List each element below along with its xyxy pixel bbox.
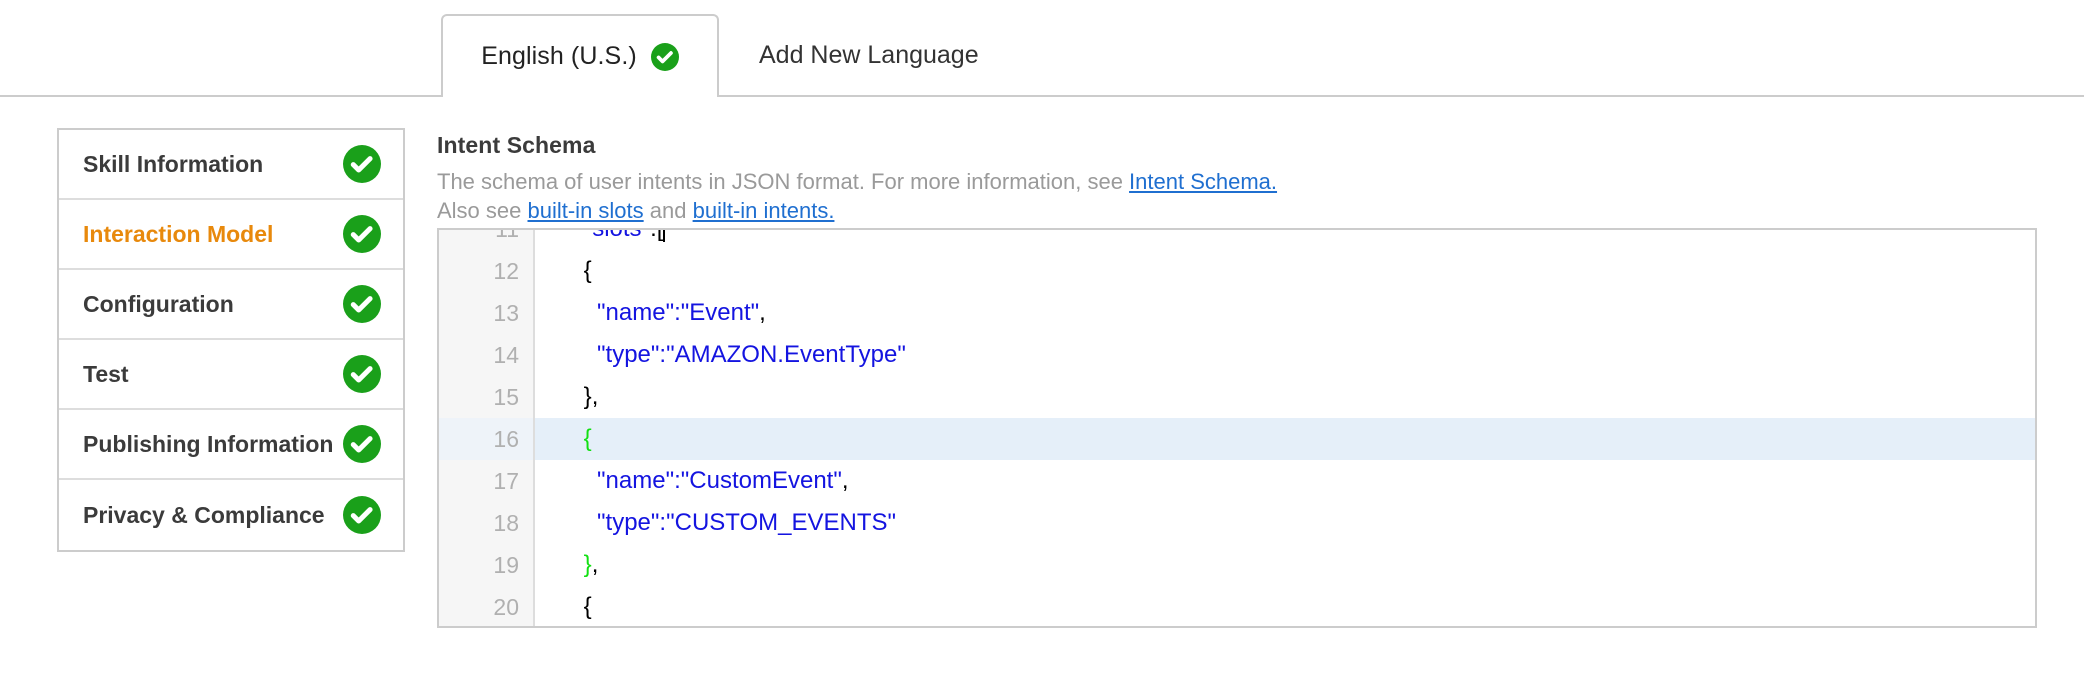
check-circle-icon: [343, 215, 381, 253]
tab-add-new-language[interactable]: Add New Language: [719, 14, 1019, 97]
sidebar-item-configuration[interactable]: Configuration: [59, 270, 403, 340]
code-line-text: "type":"AMAZON.EventType": [597, 341, 906, 368]
code-lines-container: 11 "slots":[12 {13 "name":"Event", 14 "ty…: [439, 230, 2035, 626]
check-circle-icon: [343, 355, 381, 393]
page-root: English (U.S.) Add New Language Skill In…: [0, 0, 2084, 678]
code-line[interactable]: 14 "type":"AMAZON.EventType": [439, 334, 2035, 376]
line-number: 20: [439, 586, 535, 626]
skill-builder-sidebar: Skill Information Interaction Model Config…: [57, 128, 405, 552]
sidebar-item-label: Test: [83, 360, 129, 387]
line-number: 16: [439, 418, 535, 460]
code-line-text: {: [583, 425, 592, 452]
line-number: 12: [439, 250, 535, 292]
desc-text-1: The schema of user intents in JSON forma…: [437, 169, 1130, 194]
code-line-text: },: [583, 383, 599, 410]
code-line[interactable]: 20 {: [439, 586, 2035, 626]
desc-text-2: Also see: [437, 198, 528, 223]
intent-schema-code-editor[interactable]: 11 "slots":[12 {13 "name":"Event", 14 "ty…: [437, 228, 2037, 628]
line-number: 13: [439, 292, 535, 334]
check-circle-icon: [650, 42, 679, 71]
sidebar-item-publishing-information[interactable]: Publishing Information: [59, 410, 403, 480]
tab-add-new-language-label: Add New Language: [759, 41, 979, 69]
line-number: 17: [439, 460, 535, 502]
sidebar-item-test[interactable]: Test: [59, 340, 403, 410]
link-built-in-intents[interactable]: built-in intents.: [693, 198, 835, 223]
line-number: 18: [439, 502, 535, 544]
code-line[interactable]: 18 "type":"CUSTOM_EVENTS": [439, 502, 2035, 544]
link-intent-schema[interactable]: Intent Schema.: [1129, 169, 1277, 194]
line-number: 14: [439, 334, 535, 376]
code-line-text: {: [583, 257, 592, 284]
sidebar-item-label: Privacy & Compliance: [83, 501, 325, 528]
link-built-in-slots[interactable]: built-in slots: [528, 198, 644, 223]
sidebar-item-label: Skill Information: [83, 150, 264, 177]
check-circle-icon: [343, 145, 381, 183]
check-circle-icon: [343, 425, 381, 463]
code-line-text: {: [583, 593, 592, 620]
desc-text-3: and: [643, 198, 693, 223]
code-line[interactable]: 11 "slots":[: [439, 230, 2035, 250]
sidebar-item-skill-information[interactable]: Skill Information: [59, 130, 403, 200]
code-line-text: "name":"CustomEvent",: [597, 467, 849, 494]
code-line-text: "name":"Event",: [597, 299, 766, 326]
line-number: 19: [439, 544, 535, 586]
tab-strip-divider: [0, 95, 2084, 97]
code-line[interactable]: 16 {: [439, 418, 2035, 460]
code-line[interactable]: 13 "name":"Event",: [439, 292, 2035, 334]
tab-english-us[interactable]: English (U.S.): [441, 14, 719, 97]
code-line[interactable]: 12 {: [439, 250, 2035, 292]
check-circle-icon: [343, 285, 381, 323]
language-tab-strip: English (U.S.) Add New Language: [0, 0, 2084, 98]
check-circle-icon: [343, 496, 381, 534]
code-line-text: },: [583, 551, 599, 578]
intent-schema-header: Intent Schema The schema of user intents…: [437, 132, 2037, 225]
sidebar-item-privacy-compliance[interactable]: Privacy & Compliance: [59, 480, 403, 550]
code-line-text: "type":"CUSTOM_EVENTS": [597, 509, 897, 536]
line-number: 11: [439, 230, 535, 250]
sidebar-item-label: Interaction Model: [83, 220, 274, 247]
code-line[interactable]: 17 "name":"CustomEvent",: [439, 460, 2035, 502]
code-line[interactable]: 19 },: [439, 544, 2035, 586]
section-description: The schema of user intents in JSON forma…: [437, 167, 2037, 225]
code-line-text: "slots":[: [535, 230, 2035, 250]
sidebar-item-label: Publishing Information: [83, 430, 334, 457]
code-line[interactable]: 15 },: [439, 376, 2035, 418]
tab-english-us-label: English (U.S.): [481, 42, 637, 70]
page-title: Intent Schema: [437, 132, 596, 158]
line-number: 15: [439, 376, 535, 418]
sidebar-item-interaction-model[interactable]: Interaction Model: [59, 200, 403, 270]
sidebar-item-label: Configuration: [83, 290, 234, 317]
